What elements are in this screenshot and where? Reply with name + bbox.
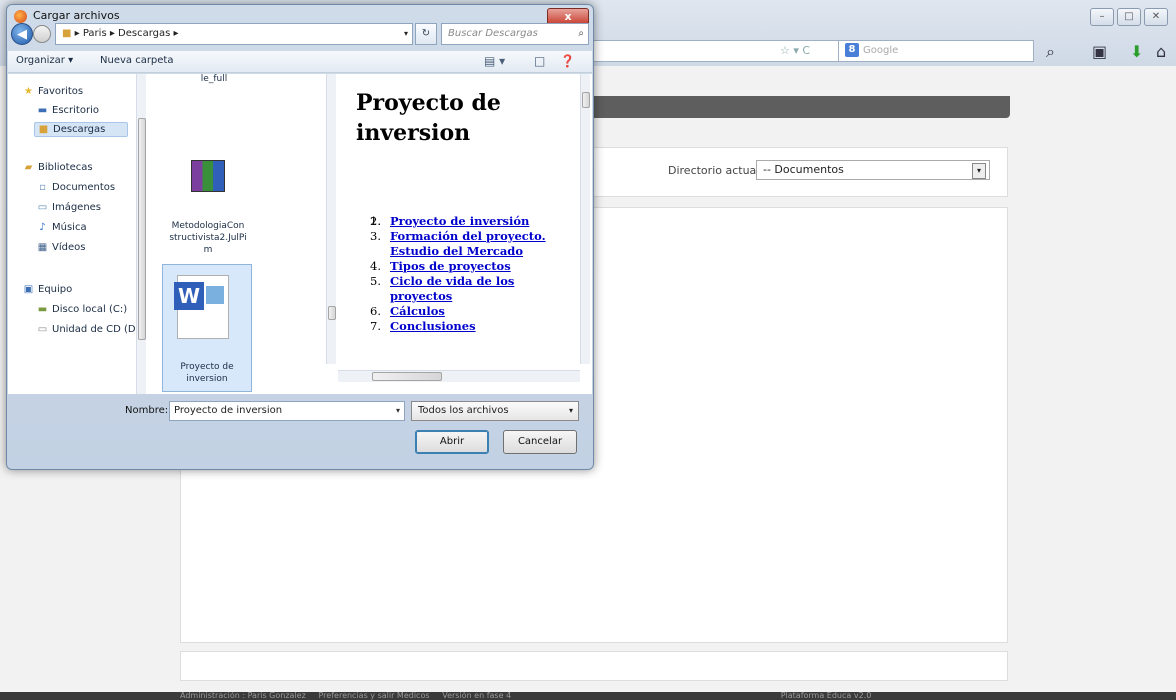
nav-videos[interactable]: ▦ Vídeos	[36, 242, 86, 253]
file-item-metodologia[interactable]: MetodologiaCon structivista2.JulPi m	[160, 220, 256, 256]
filename-input[interactable]: Proyecto de inversion ▾	[169, 401, 405, 421]
file-list-scrollbar[interactable]	[326, 74, 336, 364]
preview-contents-list: 1. 2. Proyecto de inversión 3. Formación d…	[370, 214, 580, 334]
preview-pane: Proyecto de inversion 1. 2. Proyecto de i…	[338, 74, 592, 364]
help-icon[interactable]: ❓	[560, 54, 575, 68]
computer-icon: ▣	[23, 284, 34, 295]
word-document-icon: W	[174, 275, 229, 339]
search-input[interactable]: Buscar Descargas ⌕	[441, 23, 589, 45]
disk-icon: ▬	[37, 304, 48, 315]
url-bar[interactable]	[560, 40, 860, 62]
footer-panel	[180, 651, 1008, 681]
preview-link[interactable]: Cálculos	[390, 304, 445, 318]
search-icon[interactable]: ⌕	[1046, 42, 1055, 62]
document-icon: ▫	[39, 182, 46, 193]
preview-hscrollbar[interactable]	[338, 370, 580, 382]
navigation-pane: ★ Favoritos ▬ Escritorio ■ Descargas ▰ Bibli…	[8, 74, 146, 394]
preview-pane-icon[interactable]: □	[534, 54, 545, 68]
preview-item: 5. Ciclo de vida de los proyectos	[370, 274, 515, 303]
dialog-body: ★ Favoritos ▬ Escritorio ■ Descargas ▰ Bibli…	[8, 74, 592, 394]
libraries-icon: ▰	[24, 162, 33, 173]
address-bar[interactable]: ■ ▸ Paris ▸ Descargas ▸ ▾	[55, 23, 413, 45]
nav-cd-drive[interactable]: ▭ Unidad de CD (D	[36, 324, 136, 335]
nav-documents[interactable]: ▫ Documentos	[36, 182, 115, 193]
preview-title: Proyecto de inversion	[356, 90, 501, 146]
preview-link[interactable]: Ciclo de vida de los proyectos	[390, 274, 514, 303]
refresh-button[interactable]: ↻	[415, 23, 437, 45]
folder-icon: ■	[62, 28, 72, 39]
image-icon: ▭	[37, 202, 48, 213]
nav-libraries[interactable]: ▰ Bibliotecas	[22, 162, 93, 173]
preview-link[interactable]: Proyecto de inversión	[390, 214, 529, 228]
chevron-down-icon: ▾	[403, 29, 408, 38]
new-folder-button[interactable]: Nueva carpeta	[100, 55, 173, 66]
maximize-button[interactable]: □	[1117, 8, 1141, 26]
directory-label: Directorio actual:	[668, 164, 764, 177]
chevron-down-icon: ▾	[395, 406, 400, 415]
nav-scrollbar[interactable]	[136, 74, 146, 394]
dialog-title: Cargar archivos	[33, 9, 120, 22]
star-icon: ★	[24, 86, 33, 97]
close-window-button[interactable]: ✕	[1144, 8, 1168, 26]
nav-favorites[interactable]: ★ Favoritos	[22, 86, 83, 97]
preview-scrollbar[interactable]	[580, 74, 590, 364]
view-options-icon[interactable]: ▤ ▾	[484, 54, 505, 68]
nav-downloads[interactable]: ■ Descargas	[34, 122, 128, 137]
preview-item: 7. Conclusiones	[370, 319, 476, 333]
file-item-partial[interactable]: le_full	[154, 74, 274, 84]
search-icon: ⌕	[578, 28, 584, 39]
window-controls: – □ ✕	[1090, 8, 1168, 26]
desktop-icon: ▬	[37, 105, 48, 116]
google-search-box[interactable]: 8 Google	[838, 40, 1034, 62]
downloads-folder-icon: ■	[38, 124, 49, 135]
nav-desktop[interactable]: ▬ Escritorio	[36, 105, 99, 116]
filetype-select[interactable]: Todos los archivos ▾	[411, 401, 579, 421]
home-icon[interactable]: ⌂	[1156, 42, 1166, 61]
video-icon: ▦	[37, 242, 48, 253]
organize-button[interactable]: Organizar ▾	[16, 55, 73, 66]
chevron-down-icon: ▾	[568, 406, 573, 415]
music-icon: ♪	[39, 222, 46, 233]
download-icon[interactable]: ⬇	[1130, 42, 1143, 61]
status-bar: Administración : Paris Gonzalez Preferen…	[0, 692, 1176, 700]
dialog-toolbar: Organizar ▾ Nueva carpeta ▤ ▾ □ ❓	[8, 51, 592, 73]
preview-item: 2. Proyecto de inversión	[370, 214, 530, 228]
preview-item: 6. Cálculos	[370, 304, 445, 318]
nav-local-disk[interactable]: ▬ Disco local (C:)	[36, 304, 127, 315]
preview-scrollbar-thumb[interactable]	[582, 92, 590, 108]
file-dialog: Cargar archivos x ◀ ■ ▸ Paris ▸ Descarga…	[6, 4, 594, 470]
open-button[interactable]: Abrir	[415, 430, 489, 454]
rar-archive-icon	[191, 160, 225, 192]
back-button[interactable]: ◀	[11, 23, 33, 45]
nav-images[interactable]: ▭ Imágenes	[36, 202, 101, 213]
preview-hscrollbar-thumb[interactable]	[372, 372, 442, 381]
cancel-button[interactable]: Cancelar	[503, 430, 577, 454]
preview-link[interactable]: Tipos de proyectos	[390, 259, 511, 273]
filename-label: Nombre:	[125, 405, 169, 416]
firefox-icon	[14, 10, 27, 23]
cd-drive-icon: ▭	[37, 324, 48, 335]
file-list-scrollbar-thumb[interactable]	[328, 306, 336, 320]
preview-item: 4. Tipos de proyectos	[370, 259, 511, 273]
directory-select[interactable]: -- Documentos ▾	[756, 160, 990, 180]
nav-music[interactable]: ♪ Música	[36, 222, 86, 233]
file-name-proyecto: Proyecto de inversion	[180, 362, 234, 384]
file-item-proyecto-selected[interactable]: W Proyecto de inversion	[162, 264, 252, 392]
preview-link[interactable]: Conclusiones	[390, 319, 476, 333]
google-icon: 8	[845, 43, 859, 57]
minimize-button[interactable]: –	[1090, 8, 1114, 26]
chevron-down-icon: ▾	[972, 163, 986, 179]
nav-computer[interactable]: ▣ Equipo	[22, 284, 72, 295]
preview-item: 3. Formación del proyecto. Estudio del Me…	[370, 229, 546, 258]
bookmarks-icon[interactable]: ▣	[1092, 42, 1107, 61]
nav-scrollbar-thumb[interactable]	[138, 118, 146, 340]
bookmark-star-icon[interactable]: ☆ ▾ C	[780, 44, 810, 57]
forward-button[interactable]	[33, 25, 51, 43]
preview-link[interactable]: Formación del proyecto. Estudio del Merc…	[390, 229, 546, 258]
